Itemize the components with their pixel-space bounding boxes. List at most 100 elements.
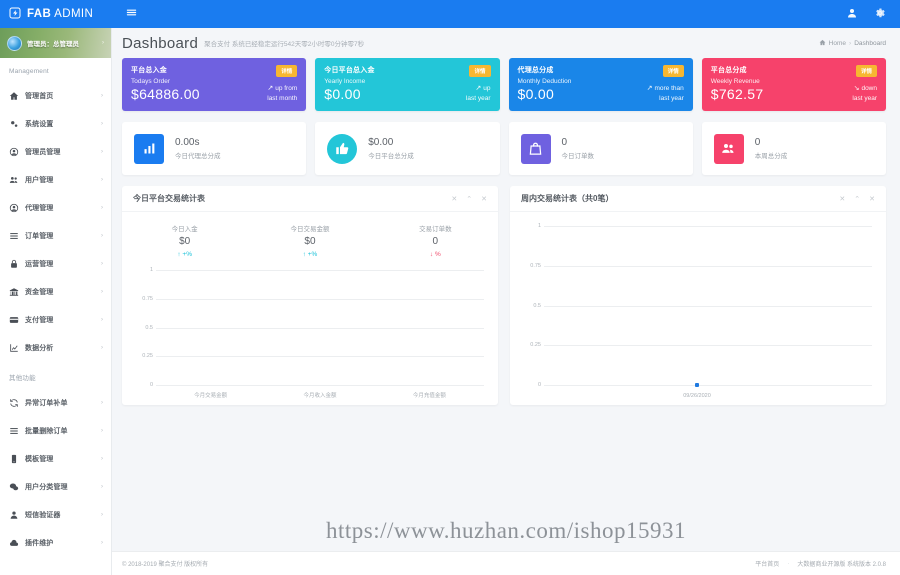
gear-icon[interactable] [874,7,886,22]
chevron-right-icon: › [101,512,103,518]
kpi-title: 平台总分成 [710,67,747,74]
kpi-card-2[interactable]: 代理总分成 Monthly Deduction $0.00 详情 ↗ more than l… [508,58,693,111]
panel-today-transactions: 今日平台交易统计表 ✕ ⌃ ✕ 今日入金 $0 ↑ +% 今日交易金额 $0 ↑ +% 交易… [122,186,498,405]
kpi-badge[interactable]: 详情 [469,65,491,77]
kpi-card-row: 平台总入金 Todays Order $64886.00 详情 ↗ up from last… [112,58,900,111]
y-axis-tick: 0.75 [142,295,153,302]
panel-stat-label: 今日入金 [171,226,198,233]
breadcrumb-home[interactable]: Home [829,40,846,47]
user-circle-icon[interactable] [846,7,858,22]
close-icon[interactable]: ✕ [839,195,845,203]
cloud-icon [9,538,23,548]
chart-panel-row: 今日平台交易统计表 ✕ ⌃ ✕ 今日入金 $0 ↑ +% 今日交易金额 $0 ↑ +% 交易… [112,175,900,405]
y-axis-tick: 0.5 [145,324,153,331]
mini-stat-card-0[interactable]: 0.00s 今日代理总分成 [122,122,307,175]
sidebar-item-label: 资金管理 [25,289,54,296]
y-axis-tick: 0.5 [533,302,541,309]
footer-home-link[interactable]: 平台首页 [755,559,779,568]
sidebar-user-panel[interactable]: 管理员：总管理员 › [0,28,111,58]
chevron-right-icon: › [101,149,103,155]
kpi-badge[interactable]: 详情 [662,65,684,77]
kpi-card-3[interactable]: 平台总分成 Weekly Revenue $762.57 详情 ↘ down last ye… [701,58,886,111]
y-axis-tick: 0 [149,382,153,388]
data-point[interactable] [695,383,699,387]
main-content: Dashboard 聚合支付 系统已经稳定运行542天零2小时零0分钟零7秒 H… [112,28,900,575]
brand-name-bold: FAB [27,8,52,20]
panel-left-tools: ✕ ⌃ ✕ [451,195,487,203]
sidebar-item-secondary-4[interactable]: 短信验证器 › [0,501,111,529]
cogs-icon [9,119,23,129]
x-axis-tick: 今月充值金额 [412,393,446,399]
remove-icon[interactable]: ✕ [869,195,875,203]
close-icon[interactable]: ✕ [451,195,457,203]
grid-line [544,305,872,307]
chevron-right-icon: › [101,261,103,267]
kpi-trend: ↘ down last year [852,84,877,104]
chevron-up-icon[interactable]: ⌃ [466,195,472,203]
remove-icon[interactable]: ✕ [481,195,487,203]
thumbs-up-icon [327,133,358,164]
sidebar-item-9[interactable]: 数据分析 › [0,334,111,362]
grid-line [156,270,484,271]
sidebar-item-3[interactable]: 用户管理 › [0,166,111,194]
chevron-right-icon: › [101,205,103,211]
trend-arrow-icon: ↗ [475,84,482,92]
sidebar-item-0[interactable]: 管理首页 › [0,82,111,110]
panel-stat-delta: ↑ +% [177,251,192,258]
sidebar-item-label: 系统设置 [25,121,54,128]
panel-weekly-transactions: 周内交易统计表（共0笔） ✕ ⌃ ✕ 1 0.75 0.5 0.25 0 09/26/20… [510,186,886,405]
sidebar-item-secondary-3[interactable]: 用户分类管理 › [0,473,111,501]
kpi-card-1[interactable]: 今日平台总入金 Yearly Income $0.00 详情 ↗ up last year [315,58,500,111]
sidebar-item-2[interactable]: 管理员管理 › [0,138,111,166]
sidebar-user-name: 管理员：总管理员 [27,41,79,48]
mini-stat-card-2[interactable]: 0 今日订单数 [508,122,693,175]
x-axis-tick: 今月收入金额 [303,393,337,399]
hamburger-icon[interactable] [126,7,137,21]
topbar-actions [846,7,900,22]
list-icon [9,231,23,241]
sidebar-item-8[interactable]: 支付管理 › [0,306,111,334]
kpi-title: 代理总分成 [517,67,554,74]
grid-line [544,265,872,267]
chevron-right-icon: › [101,428,103,434]
sidebar-item-secondary-2[interactable]: 模板管理 › [0,445,111,473]
kpi-title: 平台总入金 [131,67,167,74]
chevron-right-icon: › [101,540,103,546]
lightning-logo-icon [9,7,21,22]
sidebar-item-secondary-1[interactable]: 批量删除订单 › [0,417,111,445]
chevron-right-icon: › [101,121,103,127]
chevron-up-icon[interactable]: ⌃ [854,195,860,203]
sidebar-item-secondary-5[interactable]: 插件维护 › [0,529,111,557]
mini-stat-label: 本周总分成 [754,153,788,160]
kpi-badge[interactable]: 详情 [276,65,298,77]
panel-stat-label: 今日交易金额 [290,226,330,233]
grid-line [156,385,484,386]
sidebar-item-1[interactable]: 系统设置 › [0,110,111,138]
y-axis-tick: 0.25 [142,353,153,360]
mini-stat-card-3[interactable]: 0 本周总分成 [701,122,886,175]
x-axis-labels: 今月交易金额 今月收入金额 今月充值金额 [156,391,484,399]
sidebar-item-secondary-0[interactable]: 异常订单补单 › [0,389,111,417]
sidebar-menu-primary: 管理首页 › 系统设置 › 管理员管理 › 用户管理 › 代理管理 › 订单管理 › 运营管理 › 资金管理… [0,82,111,362]
mini-stat-row: 0.00s 今日代理总分成 $0.00 今日平台总分成 0 今日订单数 0 本周总分成 [112,111,900,175]
panel-header-left: 今日平台交易统计表 ✕ ⌃ ✕ [122,186,498,212]
mini-stat-value: 0 [561,137,568,148]
sidebar-item-6[interactable]: 运营管理 › [0,250,111,278]
kpi-trend: ↗ more than last year [647,84,684,104]
panel-stat-0: 今日入金 $0 ↑ +% [122,223,247,258]
sidebar-item-4[interactable]: 代理管理 › [0,194,111,222]
kpi-title: 今日平台总入金 [324,67,375,74]
sidebar-item-label: 短信验证器 [25,512,61,519]
panel-stat-value: $0 [304,236,316,247]
sidebar-item-5[interactable]: 订单管理 › [0,222,111,250]
kpi-badge[interactable]: 详情 [855,65,877,77]
chart-weekly-transactions: 1 0.75 0.5 0.25 0 09/26/2020 [510,212,886,405]
chevron-right-icon: › [101,400,103,406]
brand-logo-area[interactable]: FAB ADMIN [0,0,112,28]
mini-stat-card-1[interactable]: $0.00 今日平台总分成 [315,122,500,175]
kpi-card-0[interactable]: 平台总入金 Todays Order $64886.00 详情 ↗ up from last… [122,58,307,111]
kpi-trend: ↗ up from last month [267,84,297,104]
y-axis-tick: 0.25 [530,342,541,349]
avatar [7,35,22,51]
sidebar-item-7[interactable]: 资金管理 › [0,278,111,306]
